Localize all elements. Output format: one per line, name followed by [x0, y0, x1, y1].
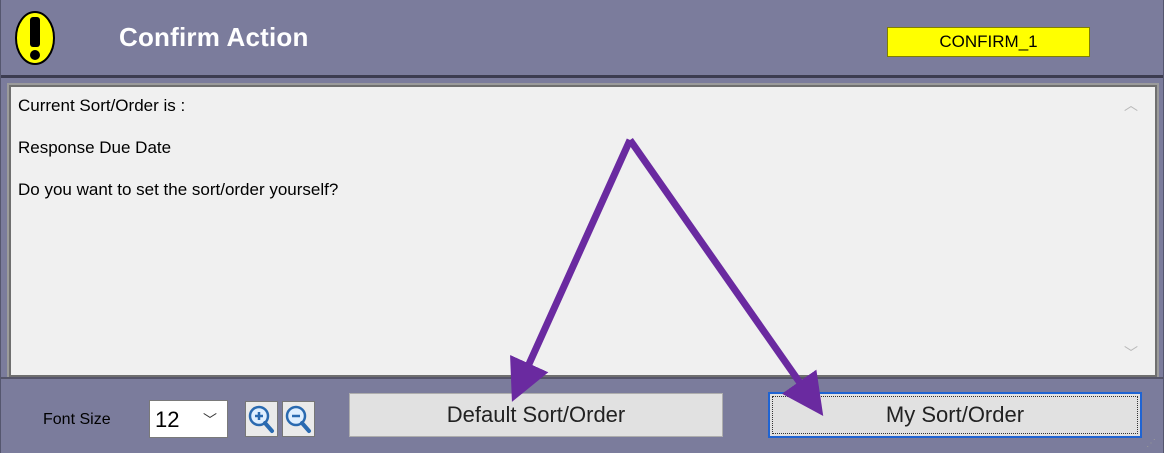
message-text: Current Sort/Order is : Response Due Dat…	[18, 96, 339, 199]
font-size-value: 12	[155, 407, 180, 432]
exclamation-icon	[15, 11, 55, 65]
resize-grip-icon[interactable]: ⋰	[1146, 438, 1156, 449]
dialog-id-badge: CONFIRM_1	[887, 27, 1090, 57]
chevron-down-icon: ﹀	[203, 412, 217, 428]
my-sort-order-button[interactable]: My Sort/Order	[768, 392, 1142, 438]
zoom-out-icon	[285, 405, 311, 433]
font-size-label: Font Size	[43, 411, 111, 428]
confirm-dialog: Confirm Action CONFIRM_1 Current Sort/Or…	[0, 0, 1164, 453]
dialog-title: Confirm Action	[119, 22, 309, 52]
title-divider	[1, 75, 1163, 78]
chevron-up-icon[interactable]: ︿	[1124, 95, 1138, 115]
zoom-in-button[interactable]	[245, 401, 278, 437]
zoom-in-icon	[248, 405, 274, 433]
zoom-out-button[interactable]	[282, 401, 315, 437]
title-bar: Confirm Action CONFIRM_1	[1, 0, 1163, 80]
font-size-select[interactable]: 12 ﹀	[149, 400, 228, 438]
chevron-down-icon[interactable]: ﹀	[1124, 343, 1138, 363]
footer-divider	[1, 377, 1163, 379]
default-sort-order-button[interactable]: Default Sort/Order	[349, 393, 723, 437]
focus-ring	[772, 396, 1138, 434]
message-scrollbar[interactable]: ︿ ﹀	[1114, 91, 1146, 367]
